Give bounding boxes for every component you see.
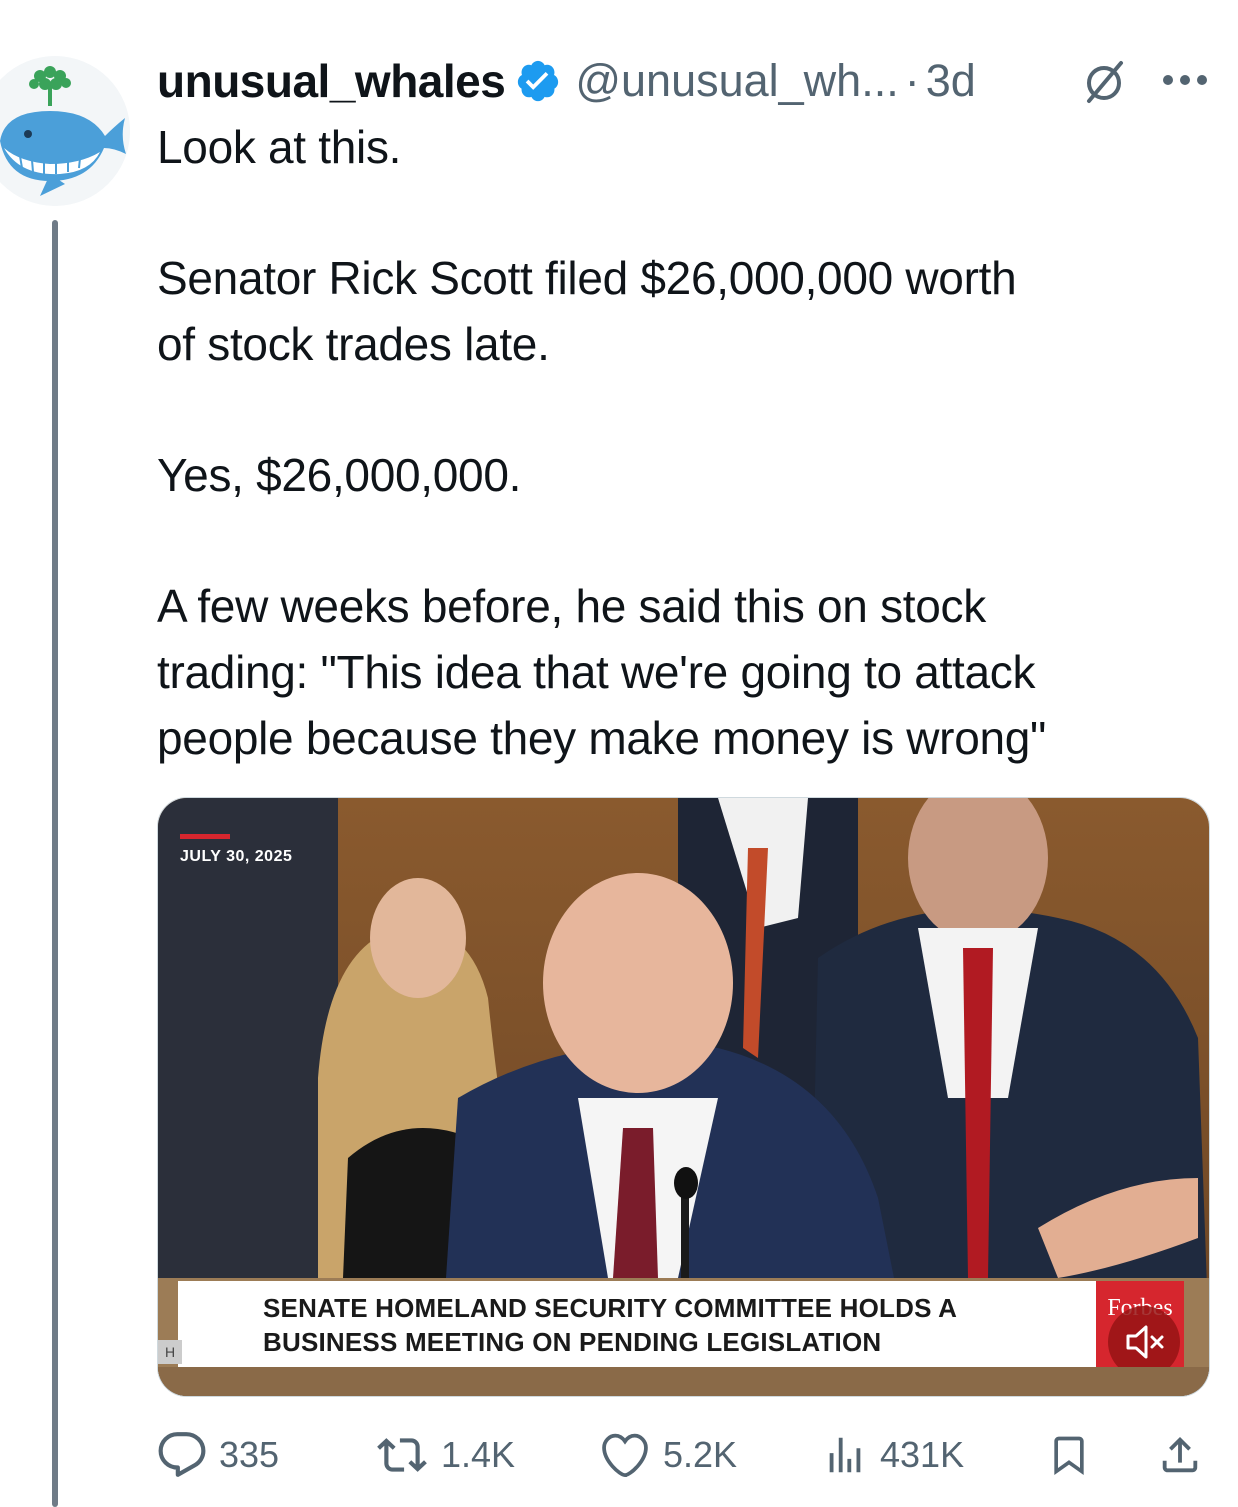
grok-icon[interactable] — [1080, 57, 1130, 107]
repost-button[interactable]: 1.4K — [375, 1420, 515, 1490]
tweet-text-line: Senator Rick Scott filed $26,000,000 wor… — [157, 252, 1017, 304]
tweet-text-line: people because they make money is wrong" — [157, 712, 1047, 764]
tweet-text-line: Look at this. — [157, 121, 402, 173]
lower-third-subtitle: BUSINESS MEETING ON PENDING LEGISLATION — [263, 1327, 882, 1357]
tweet-text-line: A few weeks before, he said this on stoc… — [157, 580, 986, 632]
separator-dot: · — [904, 55, 920, 106]
repost-icon — [375, 1430, 429, 1480]
lower-third-title: SENATE HOMELAND SECURITY COMMITTEE HOLDS… — [263, 1293, 958, 1323]
views-button[interactable]: 431K — [822, 1420, 964, 1490]
action-bar: 335 1.4K 5.2K 431K — [157, 1420, 1210, 1490]
live-indicator-bar — [180, 834, 230, 839]
thread-line — [52, 220, 58, 1507]
share-icon — [1157, 1430, 1203, 1480]
bookmark-icon — [1047, 1430, 1091, 1480]
tweet-text-line: trading: "This idea that we're going to … — [157, 646, 1036, 698]
share-button[interactable] — [1157, 1420, 1203, 1490]
like-count: 5.2K — [663, 1434, 738, 1475]
desk-strip — [158, 1367, 1209, 1396]
lower-third-banner: SENATE HOMELAND SECURITY COMMITTEE HOLDS… — [178, 1281, 1096, 1367]
tweet-text-line: Yes, $26,000,000. — [157, 449, 522, 501]
tweet-header: unusual_whales @unusual_wh... · 3d — [157, 50, 976, 112]
display-name[interactable]: unusual_whales — [157, 54, 506, 108]
lower-left-tag: H — [158, 1340, 182, 1364]
repost-count: 1.4K — [441, 1434, 516, 1475]
avatar[interactable] — [0, 56, 130, 206]
like-button[interactable]: 5.2K — [599, 1420, 737, 1490]
bookmark-button[interactable] — [1047, 1420, 1091, 1490]
verified-badge-icon — [515, 58, 561, 104]
views-icon — [822, 1430, 868, 1480]
video-date-label: JULY 30, 2025 — [180, 848, 293, 865]
reply-count: 335 — [219, 1434, 280, 1475]
more-icon[interactable] — [1160, 70, 1210, 90]
reply-button[interactable]: 335 — [157, 1420, 279, 1490]
reply-icon — [157, 1430, 207, 1480]
timestamp[interactable]: 3d — [926, 55, 976, 107]
tweet-text-line: of stock trades late. — [157, 318, 550, 370]
like-icon — [599, 1430, 651, 1480]
video-player[interactable]: JULY 30, 2025 SENATE HOMELAND SECURITY C… — [157, 797, 1210, 1397]
views-count: 431K — [880, 1434, 965, 1475]
tweet[interactable]: unusual_whales @unusual_wh... · 3d Look … — [0, 0, 1238, 1507]
whale-avatar-icon — [0, 56, 130, 206]
handle[interactable]: @unusual_wh... — [575, 55, 898, 107]
